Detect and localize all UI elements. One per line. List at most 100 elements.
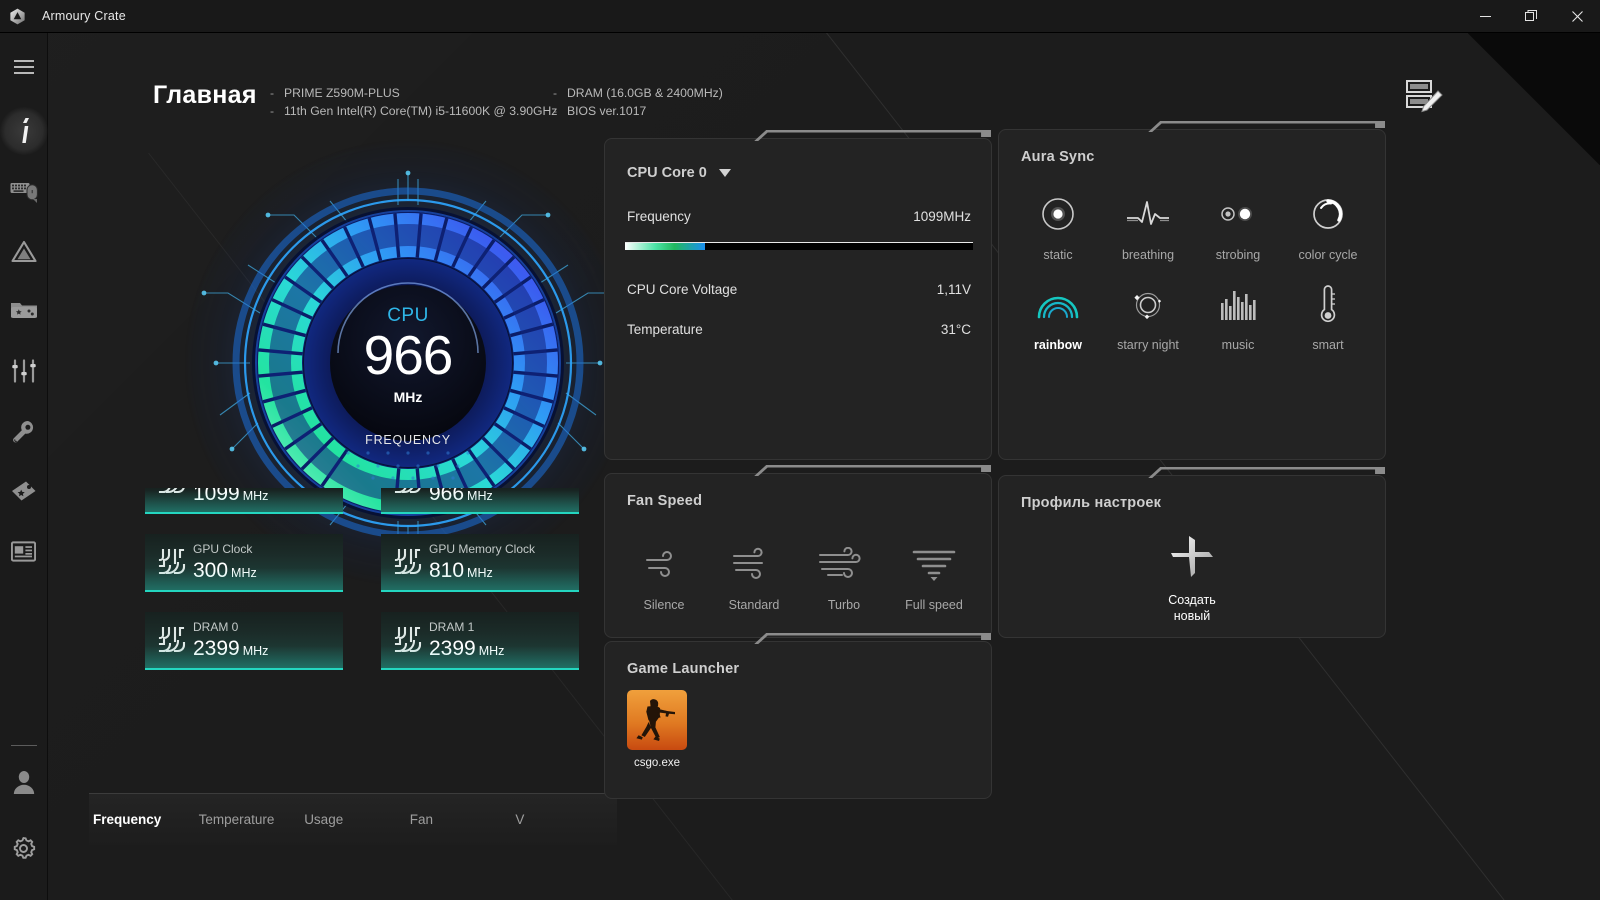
sliders-icon (11, 359, 36, 383)
sidebar-item-user-account[interactable] (0, 758, 48, 806)
edit-layout-pencil-icon[interactable] (1399, 75, 1445, 117)
stat-card-dram-1[interactable]: DRAM 1 2399 MHz (381, 612, 579, 670)
stat-card-label: DRAM 1 (429, 620, 475, 634)
aura-effect-rainbow[interactable]: rainbow (1013, 276, 1103, 352)
sidebar-item-news[interactable] (0, 527, 48, 575)
stat-card-cpu-clock-clipped[interactable]: CPU Clock 1099MHz (145, 488, 343, 514)
sidebar-item-device-settings[interactable] (0, 167, 48, 215)
system-info-left: - PRIME Z590M-PLUS -11th Gen Intel(R) Cor… (270, 86, 558, 118)
chip-trace-icon (153, 488, 193, 496)
cpu-core-panel: CPU Core 0 Frequency 1099MHz CPU Core Vo… (604, 130, 992, 460)
tab-fan[interactable]: Fan (406, 812, 512, 827)
cpu-voltage-value: 1,11V (936, 282, 971, 297)
fan-mode-label: Silence (643, 598, 685, 612)
panel-notch-decoration (754, 130, 991, 141)
page-title: Главная (153, 81, 257, 109)
fan-speed-title: Fan Speed (627, 493, 703, 509)
sidebar-item-device-info[interactable] (0, 107, 48, 155)
tab-frequency[interactable]: Frequency (89, 812, 195, 827)
sidebar-item-settings[interactable] (0, 824, 48, 872)
fan-mode-silence[interactable]: Silence (619, 536, 709, 612)
cpu-core-dropdown[interactable]: CPU Core 0 (627, 165, 731, 181)
sidebar-item-scenario-profiles[interactable] (0, 347, 48, 395)
minimize-button[interactable] (1462, 0, 1508, 33)
cpu-frequency-bar-fill (625, 243, 706, 250)
hamburger-menu-icon[interactable] (0, 43, 48, 91)
wind-three-icon (818, 536, 870, 592)
cpu-frequency-label: Frequency (627, 209, 691, 224)
tab-voltage[interactable]: V (511, 812, 617, 827)
stat-card-gpu-memory-clock[interactable]: GPU Memory Clock 810 MHz (381, 534, 579, 592)
thermometer-icon (1313, 276, 1343, 332)
fan-speed-panel: Fan Speed Silence Standard Turbo Full sp… (604, 465, 992, 638)
game-launcher-item[interactable]: csgo.exe (627, 690, 697, 769)
system-info-right: - DRAM (16.0GB & 2400MHz) - BIOS ver.1017 (553, 86, 723, 118)
color-cycle-icon (1307, 186, 1349, 242)
fan-mode-label: Turbo (827, 598, 861, 612)
aura-triangle-icon (10, 240, 37, 262)
aura-effect-color-cycle[interactable]: color cycle (1283, 186, 1373, 262)
stat-card-gpu-clock[interactable]: GPU Clock 300 MHz (145, 534, 343, 592)
chip-trace-icon (389, 625, 429, 655)
gauge-caption: FREQUENCY (365, 433, 451, 447)
gauge-unit: MHz (393, 389, 423, 405)
fan-mode-full-speed[interactable]: Full speed (889, 536, 979, 612)
aura-effect-breathing[interactable]: breathing (1103, 186, 1193, 262)
cpu-core-label: CPU Core 0 (627, 165, 707, 181)
system-info-dram: DRAM (16.0GB & 2400MHz) (567, 86, 723, 100)
stat-card-value: 810 MHz (429, 559, 493, 582)
system-info-motherboard: PRIME Z590M-PLUS (284, 86, 400, 100)
aura-effect-strobing[interactable]: strobing (1193, 186, 1283, 262)
sidebar-item-game-library[interactable] (0, 287, 48, 335)
aura-effect-music[interactable]: music (1193, 276, 1283, 352)
tab-temperature[interactable]: Temperature (195, 812, 301, 827)
close-button[interactable] (1554, 0, 1600, 33)
main-sidebar (0, 33, 48, 900)
settings-profile-title: Профиль настроек (1021, 495, 1162, 511)
chip-trace-icon (153, 547, 193, 577)
panel-notch-decoration (1148, 467, 1385, 478)
tag-star-icon (12, 481, 36, 501)
stat-card-value: 2399 MHz (193, 637, 269, 660)
cpu-temperature-row: Temperature 31°C (627, 322, 971, 337)
aura-effect-static[interactable]: static (1013, 186, 1103, 262)
app-title: Armoury Crate (42, 9, 126, 23)
aura-sync-panel: Aura Sync static breathing strobing colo… (998, 121, 1386, 460)
maximize-restore-button[interactable] (1508, 0, 1554, 33)
fan-mode-label: Full speed (905, 598, 963, 612)
stat-card-label: GPU Clock (193, 542, 253, 556)
stat-card-label: GPU Memory Clock (429, 542, 536, 556)
sidebar-item-aura-sync[interactable] (0, 227, 48, 275)
stat-card-dram-0[interactable]: DRAM 0 2399 MHz (145, 612, 343, 670)
sidebar-bottom-group (0, 745, 48, 900)
sidebar-item-tools[interactable] (0, 407, 48, 455)
window-titlebar: Armoury Crate (0, 0, 1600, 33)
stat-card-cpu-clock2-clipped[interactable]: CPU Clock 2 966MHz (381, 488, 579, 514)
system-info-cpu: 11th Gen Intel(R) Core(TM) i5-11600K @ 3… (284, 104, 558, 118)
cpu-voltage-row: CPU Core Voltage 1,11V (627, 282, 971, 297)
aura-effect-label: strobing (1215, 248, 1261, 262)
aura-effect-label: rainbow (1034, 338, 1082, 352)
strobing-dots-icon (1214, 186, 1262, 242)
starry-night-icon (1124, 276, 1172, 332)
chip-trace-icon (153, 625, 193, 655)
csgo-soldier-icon (627, 690, 687, 750)
wind-one-icon (641, 536, 687, 592)
aura-effect-smart[interactable]: smart (1283, 276, 1373, 352)
game-launcher-item-label: csgo.exe (633, 757, 681, 769)
fan-mode-standard[interactable]: Standard (709, 536, 799, 612)
cpu-frequency-value: 1099MHz (913, 209, 971, 224)
wind-two-icon (730, 536, 778, 592)
aura-effects-grid: static breathing strobing color cycle ra… (1013, 186, 1373, 352)
aura-effect-label: breathing (1121, 248, 1175, 262)
fan-mode-turbo[interactable]: Turbo (799, 536, 889, 612)
chip-trace-icon (389, 488, 429, 496)
stat-card-value: 300 MHz (193, 559, 257, 582)
aura-effect-starry-night[interactable]: starry night (1103, 276, 1193, 352)
tab-usage[interactable]: Usage (300, 812, 406, 827)
sidebar-item-featured[interactable] (0, 467, 48, 515)
create-new-profile-button[interactable]: Создать новый (999, 532, 1385, 624)
static-dot-icon (1037, 186, 1079, 242)
metric-tabs: Frequency Temperature Usage Fan V (89, 793, 617, 845)
window-controls (1462, 0, 1600, 33)
